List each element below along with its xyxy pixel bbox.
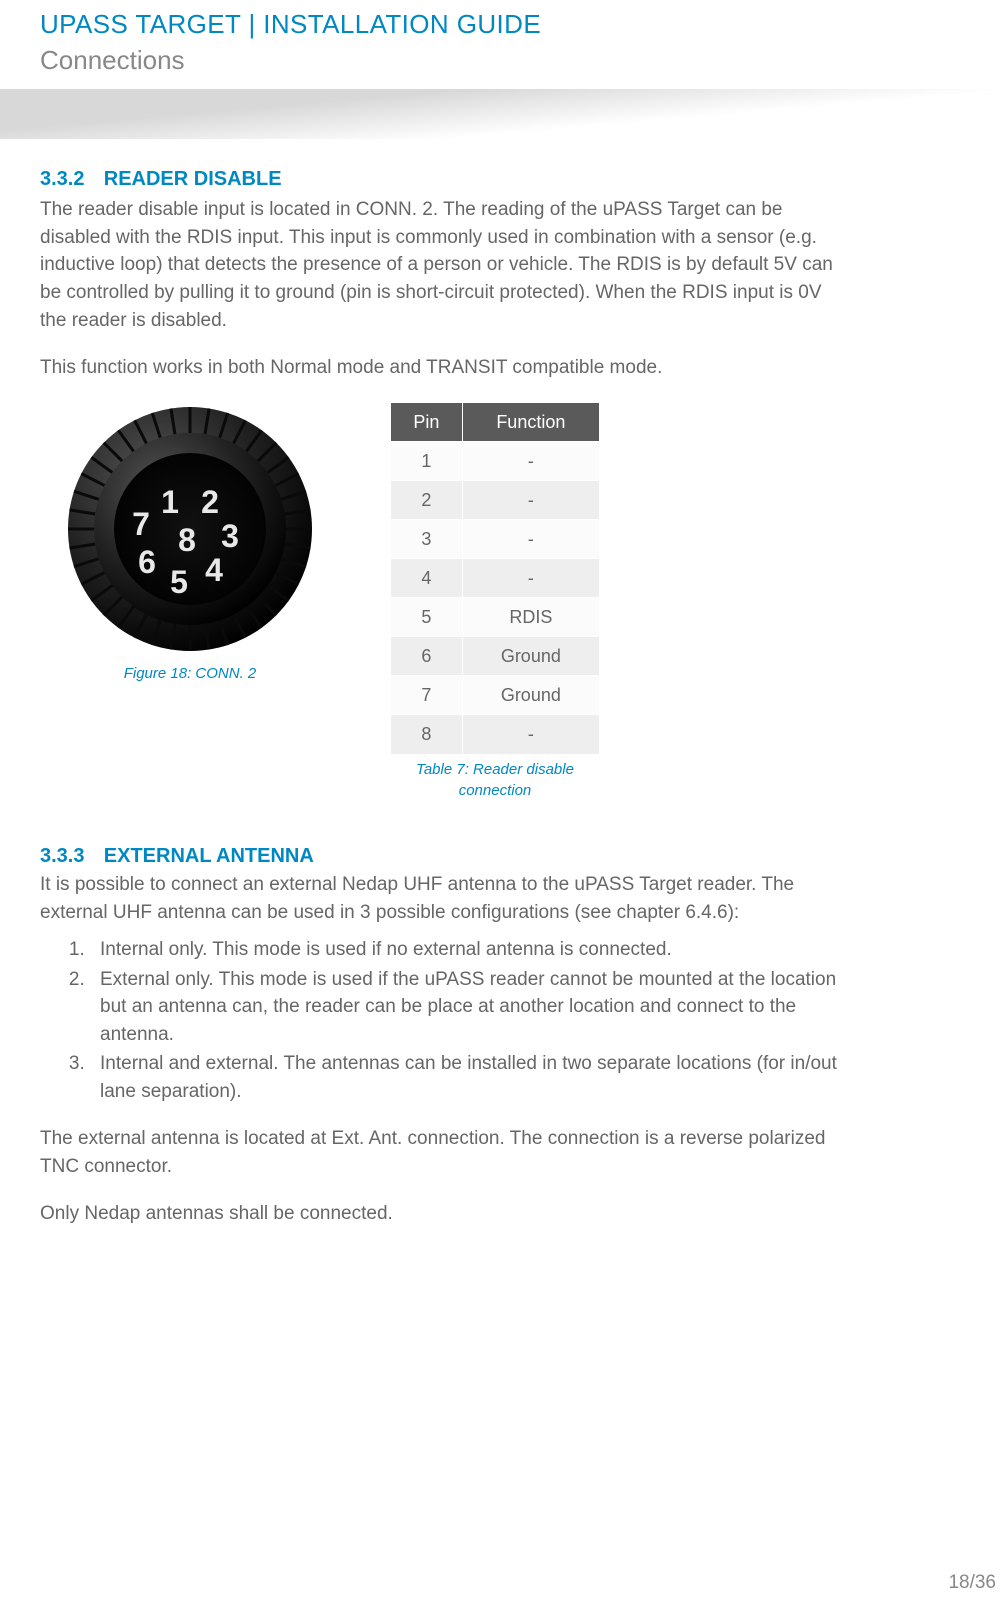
- table-cell: 8: [391, 715, 463, 754]
- table-header: Pin: [391, 402, 463, 441]
- doc-subtitle: Connections: [40, 42, 962, 80]
- pin-label: 4: [205, 552, 223, 588]
- section-title: EXTERNAL ANTENNA: [104, 845, 314, 867]
- table-cell: -: [462, 715, 599, 754]
- table-cell: -: [462, 480, 599, 519]
- numbered-list: Internal only. This mode is used if no e…: [90, 936, 850, 1105]
- figure-caption: Figure 18: CONN. 2: [40, 663, 340, 685]
- section-title: READER DISABLE: [104, 168, 282, 190]
- section-heading-333: 3.3.3 EXTERNAL ANTENNA: [40, 842, 962, 871]
- connector-figure: 1 2 3 4 5 6 7 8: [63, 402, 318, 657]
- doc-title: UPASS TARGET | INSTALLATION GUIDE: [40, 0, 962, 44]
- section-number: 3.3.2: [40, 165, 84, 194]
- table-cell: Ground: [462, 637, 599, 676]
- body-text: The reader disable input is located in C…: [40, 196, 840, 334]
- table-cell: -: [462, 519, 599, 558]
- body-text: Only Nedap antennas shall be connected.: [40, 1200, 840, 1228]
- list-item: External only. This mode is used if the …: [90, 966, 850, 1049]
- pin-label: 6: [138, 544, 156, 580]
- pin-label: 1: [161, 484, 179, 520]
- section-heading-332: 3.3.2 READER DISABLE: [40, 165, 962, 194]
- pin-label: 5: [170, 564, 188, 600]
- section-number: 3.3.3: [40, 842, 84, 871]
- table-cell: Ground: [462, 676, 599, 715]
- table-cell: -: [462, 441, 599, 480]
- table-cell: 7: [391, 676, 463, 715]
- table-cell: 4: [391, 559, 463, 598]
- list-item: Internal only. This mode is used if no e…: [90, 936, 850, 964]
- table-cell: 6: [391, 637, 463, 676]
- pin-function-table: Pin Function 1- 2- 3- 4- 5RDIS 6Ground 7…: [390, 402, 600, 755]
- pin-label: 8: [178, 522, 196, 558]
- table-column: Pin Function 1- 2- 3- 4- 5RDIS 6Ground 7…: [380, 402, 610, 802]
- list-item: Internal and external. The antennas can …: [90, 1050, 850, 1105]
- table-cell: 2: [391, 480, 463, 519]
- pin-label: 2: [201, 484, 219, 520]
- header-divider: [0, 89, 1002, 139]
- body-text: It is possible to connect an external Ne…: [40, 871, 840, 926]
- figure-column: 1 2 3 4 5 6 7 8 Figure 18: CONN. 2: [40, 402, 340, 685]
- body-text: This function works in both Normal mode …: [40, 354, 840, 382]
- table-cell: 1: [391, 441, 463, 480]
- body-text: The external antenna is located at Ext. …: [40, 1125, 840, 1180]
- pin-label: 3: [221, 518, 239, 554]
- pin-label: 7: [132, 506, 150, 542]
- table-caption: Table 7: Reader disable connection: [380, 759, 610, 803]
- table-header: Function: [462, 402, 599, 441]
- page-number: 18/36: [948, 1569, 996, 1597]
- table-cell: 3: [391, 519, 463, 558]
- table-cell: 5: [391, 598, 463, 637]
- table-cell: -: [462, 559, 599, 598]
- table-cell: RDIS: [462, 598, 599, 637]
